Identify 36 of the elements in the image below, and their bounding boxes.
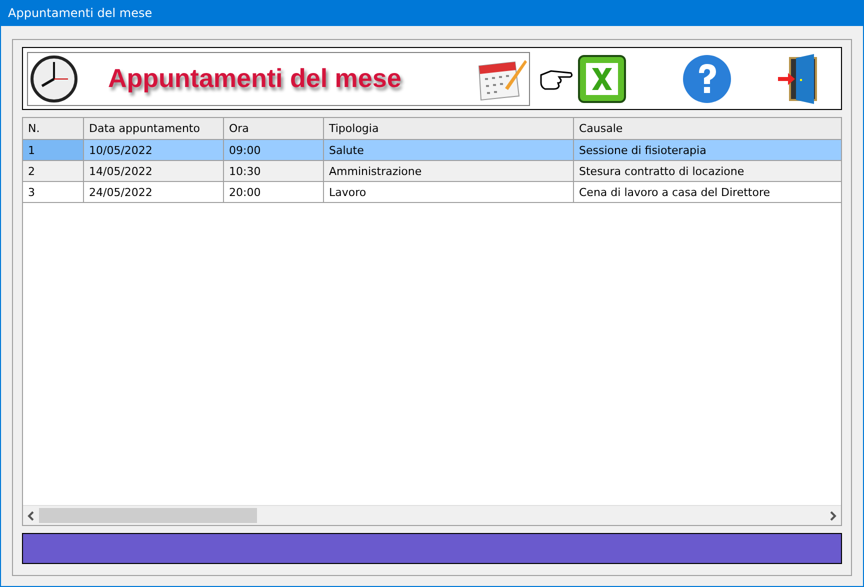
banner-title: Appuntamenti del mese [108, 63, 402, 94]
scroll-left-icon[interactable] [27, 510, 35, 520]
table-cell: 10/05/2022 [84, 140, 224, 161]
table-cell: 1 [23, 140, 84, 161]
table-row[interactable]: 3 24/05/2022 20:00 Lavoro Cena di lavoro a casa del Direttore [23, 182, 841, 203]
table-row[interactable]: 1 10/05/2022 09:00 Salute Sessione di fisioterapia [23, 140, 841, 161]
horizontal-scrollbar[interactable] [23, 505, 841, 525]
column-header[interactable]: Tipologia [324, 118, 574, 140]
table-row[interactable]: 2 14/05/2022 10:30 Amministrazione Stesura contratto di locazione [23, 161, 841, 182]
table-cell: 10:30 [224, 161, 324, 182]
table-cell: 3 [23, 182, 84, 203]
question-icon [682, 54, 732, 104]
table-cell: 24/05/2022 [84, 182, 224, 203]
help-button[interactable] [682, 54, 732, 104]
column-header[interactable]: Ora [224, 118, 324, 140]
table-cell: Lavoro [324, 182, 574, 203]
table-cell: Cena di lavoro a casa del Direttore [574, 182, 841, 203]
table-cell: 14/05/2022 [84, 161, 224, 182]
table-cell: 20:00 [224, 182, 324, 203]
table-cell: Stesura contratto di locazione [574, 161, 841, 182]
column-header[interactable]: Causale [574, 118, 841, 140]
exit-button[interactable] [778, 54, 820, 104]
column-header[interactable]: Data appuntamento [84, 118, 224, 140]
window-title: Appuntamenti del mese [8, 6, 152, 20]
scrollbar-thumb[interactable] [39, 508, 257, 523]
spreadsheet-icon [578, 54, 626, 102]
clock-icon [30, 54, 78, 102]
column-header[interactable]: N. [23, 118, 84, 140]
table-cell: Salute [324, 140, 574, 161]
table-cell: Sessione di fisioterapia [574, 140, 841, 161]
table-cell: Amministrazione [324, 161, 574, 182]
table-cell: 2 [23, 161, 84, 182]
table-cell: 09:00 [224, 140, 324, 161]
scroll-right-icon[interactable] [829, 510, 837, 520]
door-icon [778, 54, 820, 104]
excel-export-button[interactable] [578, 54, 626, 102]
